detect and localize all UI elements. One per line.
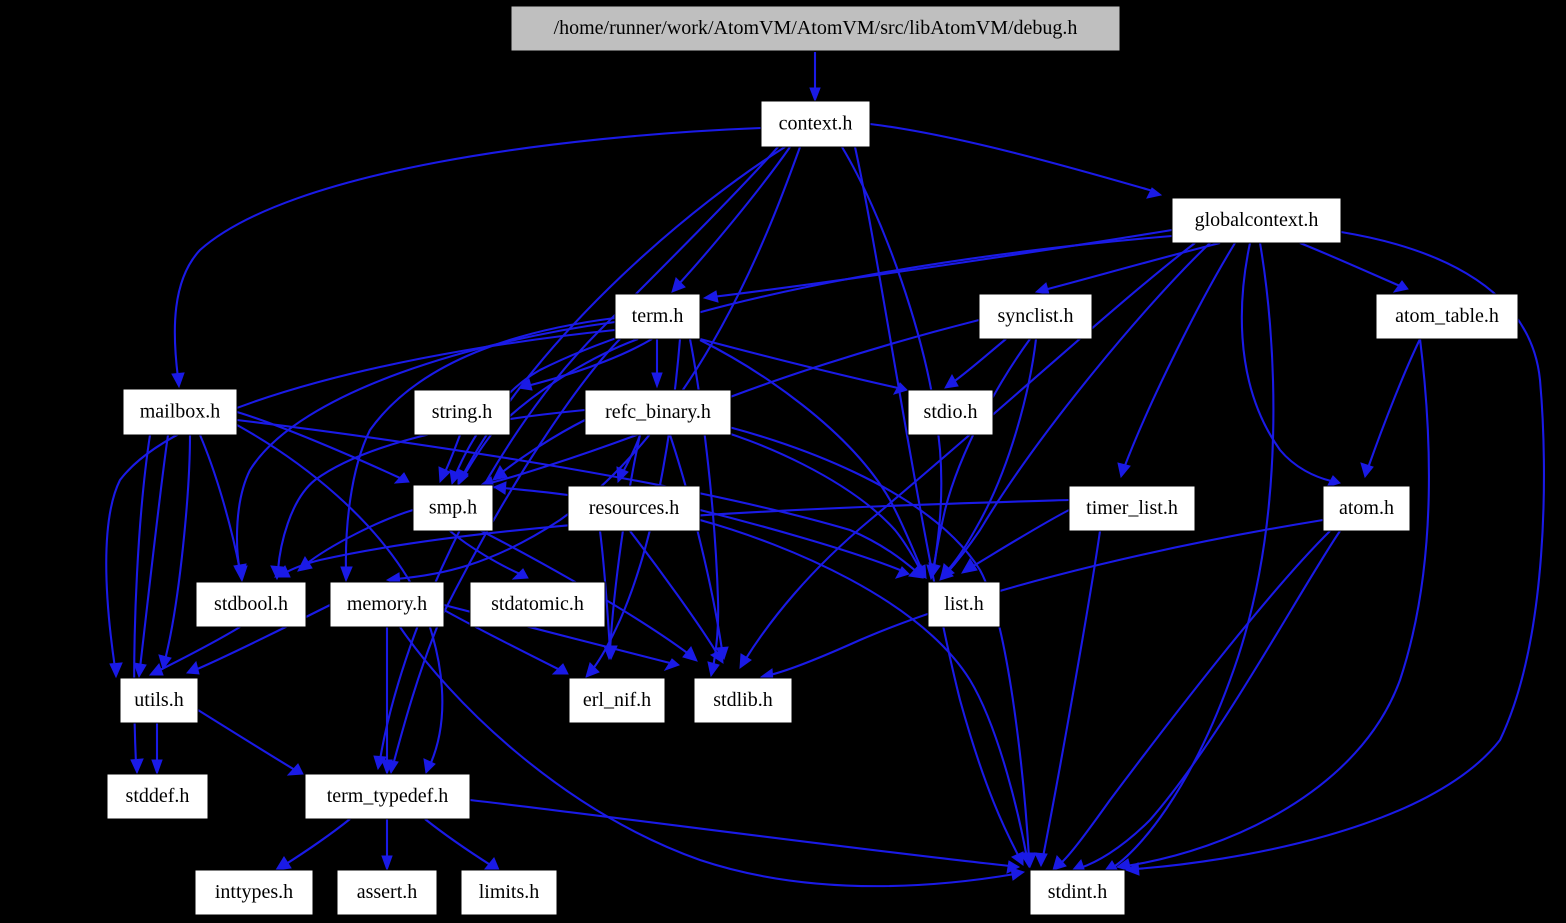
node-label: term_typedef.h xyxy=(327,785,449,807)
node-atom_table[interactable]: atom_table.h xyxy=(1375,293,1519,340)
node-globalcontext[interactable]: globalcontext.h xyxy=(1171,197,1342,244)
node-label: refc_binary.h xyxy=(605,401,711,423)
node-term[interactable]: term.h xyxy=(614,293,701,340)
node-label: smp.h xyxy=(429,497,477,519)
node-label: mailbox.h xyxy=(140,401,221,423)
node-resources[interactable]: resources.h xyxy=(567,485,701,532)
node-label: resources.h xyxy=(589,497,680,519)
node-label: synclist.h xyxy=(997,305,1073,327)
node-stdio[interactable]: stdio.h xyxy=(907,389,994,436)
node-limits[interactable]: limits.h xyxy=(460,869,558,916)
graph-canvas: /home/runner/work/AtomVM/AtomVM/src/libA… xyxy=(0,0,1566,923)
node-label: stdatomic.h xyxy=(491,593,584,615)
node-mailbox[interactable]: mailbox.h xyxy=(122,388,238,436)
node-erl_nif[interactable]: erl_nif.h xyxy=(568,677,666,724)
node-label: limits.h xyxy=(479,881,540,903)
node-string[interactable]: string.h xyxy=(413,389,511,436)
node-smp[interactable]: smp.h xyxy=(412,484,494,532)
node-assert[interactable]: assert.h xyxy=(336,869,438,916)
node-label: globalcontext.h xyxy=(1195,209,1319,231)
node-context[interactable]: context.h xyxy=(760,100,871,148)
node-label: term.h xyxy=(632,305,684,327)
node-stddef[interactable]: stddef.h xyxy=(106,773,209,820)
node-list[interactable]: list.h xyxy=(927,581,1001,628)
node-label: erl_nif.h xyxy=(583,689,651,711)
node-label: list.h xyxy=(944,593,983,615)
include-dependency-graph: /home/runner/work/AtomVM/AtomVM/src/libA… xyxy=(0,0,1566,923)
node-label: assert.h xyxy=(357,881,418,903)
node-label: inttypes.h xyxy=(215,881,293,903)
node-label: stdio.h xyxy=(924,401,978,423)
node-label: memory.h xyxy=(347,593,427,615)
node-timer_list[interactable]: timer_list.h xyxy=(1068,485,1196,532)
node-label: timer_list.h xyxy=(1086,497,1178,519)
node-label: stdbool.h xyxy=(214,593,288,615)
node-debug[interactable]: /home/runner/work/AtomVM/AtomVM/src/libA… xyxy=(510,5,1121,52)
node-label: stdlib.h xyxy=(713,689,772,711)
node-label: context.h xyxy=(779,113,853,135)
node-label: utils.h xyxy=(134,689,183,711)
node-label: atom_table.h xyxy=(1395,305,1499,327)
node-label: /home/runner/work/AtomVM/AtomVM/src/libA… xyxy=(554,17,1078,39)
node-stdbool[interactable]: stdbool.h xyxy=(195,581,307,628)
node-label: stdint.h xyxy=(1048,881,1107,903)
node-refc_binary[interactable]: refc_binary.h xyxy=(584,389,732,436)
node-stdlib[interactable]: stdlib.h xyxy=(693,677,793,724)
node-label: stddef.h xyxy=(126,785,190,807)
node-utils[interactable]: utils.h xyxy=(119,677,199,724)
node-atom[interactable]: atom.h xyxy=(1322,485,1411,532)
node-term_typedef[interactable]: term_typedef.h xyxy=(304,773,471,820)
node-label: atom.h xyxy=(1339,497,1394,519)
node-inttypes[interactable]: inttypes.h xyxy=(194,869,314,916)
node-synclist[interactable]: synclist.h xyxy=(978,293,1093,340)
node-stdint[interactable]: stdint.h xyxy=(1029,869,1126,916)
node-label: string.h xyxy=(432,401,493,423)
node-stdatomic[interactable]: stdatomic.h xyxy=(469,581,606,628)
node-memory[interactable]: memory.h xyxy=(329,581,445,628)
